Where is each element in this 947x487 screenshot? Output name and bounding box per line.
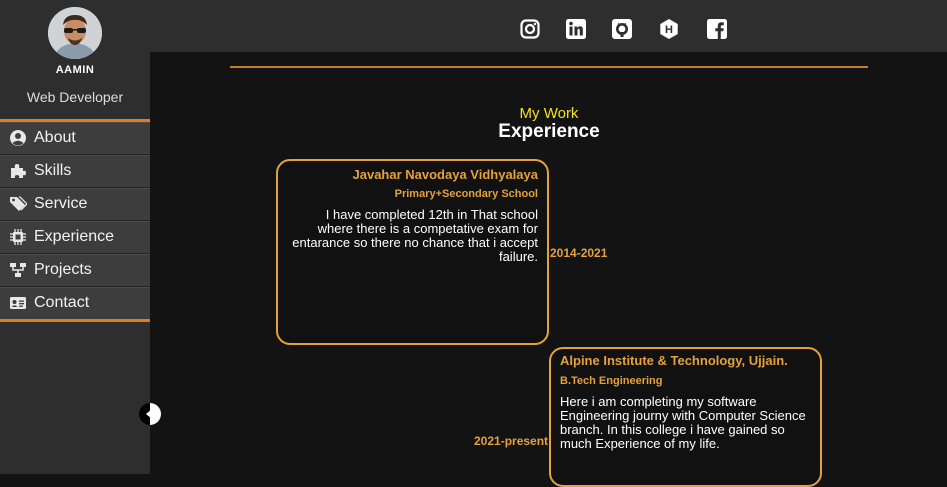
sidebar-item-label: Service bbox=[34, 195, 88, 212]
social-bar: H bbox=[150, 0, 947, 52]
experience-org: Alpine Institute & Technology, Ujjain. bbox=[560, 353, 788, 368]
experience-card: Javahar Navodaya Vidhyalaya Primary+Seco… bbox=[276, 159, 549, 345]
experience-description: Here i am completing my software Enginee… bbox=[560, 394, 806, 451]
puzzle-icon bbox=[8, 161, 28, 181]
sidebar-item-about[interactable]: About bbox=[0, 122, 150, 155]
instagram-icon[interactable] bbox=[520, 19, 540, 39]
avatar bbox=[48, 7, 102, 59]
sidebar-item-skills[interactable]: Skills bbox=[0, 155, 150, 188]
user-circle-icon bbox=[8, 128, 28, 148]
sidebar: AAMIN Web Developer About Skills Service… bbox=[0, 0, 161, 474]
sidebar-item-contact[interactable]: Contact bbox=[0, 287, 150, 319]
tags-icon bbox=[8, 194, 28, 214]
chip-icon bbox=[8, 227, 28, 247]
sidebar-item-label: Experience bbox=[34, 228, 115, 245]
profile-name: AAMIN bbox=[55, 64, 95, 76]
experience-description: I have completed 12th in That school whe… bbox=[292, 207, 538, 264]
sidebar-item-label: About bbox=[34, 129, 76, 146]
svg-text:H: H bbox=[665, 24, 673, 36]
sidebar-item-label: Projects bbox=[34, 261, 92, 278]
hashnode-icon[interactable]: H bbox=[659, 19, 679, 39]
linkedin-icon[interactable] bbox=[566, 19, 586, 39]
sitemap-icon bbox=[8, 260, 28, 280]
id-card-icon bbox=[8, 293, 28, 313]
experience-card: Alpine Institute & Technology, Ujjain. B… bbox=[549, 347, 822, 487]
sidebar-toggle-button[interactable] bbox=[139, 403, 161, 425]
experience-period: 2021-present bbox=[474, 434, 549, 448]
experience-level: B.Tech Engineering bbox=[560, 375, 663, 387]
sidebar-item-experience[interactable]: Experience bbox=[0, 221, 150, 254]
divider bbox=[230, 66, 868, 68]
sidebar-item-label: Skills bbox=[34, 162, 72, 179]
sidebar-nav: About Skills Service Experience Projects bbox=[0, 119, 150, 322]
facebook-icon[interactable] bbox=[707, 19, 727, 39]
experience-level: Primary+Secondary School bbox=[394, 188, 538, 200]
github-icon[interactable] bbox=[612, 19, 632, 39]
sidebar-item-service[interactable]: Service bbox=[0, 188, 150, 221]
experience-period: 2014-2021 bbox=[550, 246, 608, 260]
chevron-left-icon bbox=[146, 409, 152, 419]
experience-org: Javahar Navodaya Vidhyalaya bbox=[352, 167, 539, 182]
section-kicker: My Work bbox=[519, 105, 579, 122]
section-title: Experience bbox=[498, 121, 600, 142]
profile-role: Web Developer bbox=[26, 89, 124, 105]
sidebar-item-projects[interactable]: Projects bbox=[0, 254, 150, 287]
sidebar-item-label: Contact bbox=[34, 294, 90, 311]
